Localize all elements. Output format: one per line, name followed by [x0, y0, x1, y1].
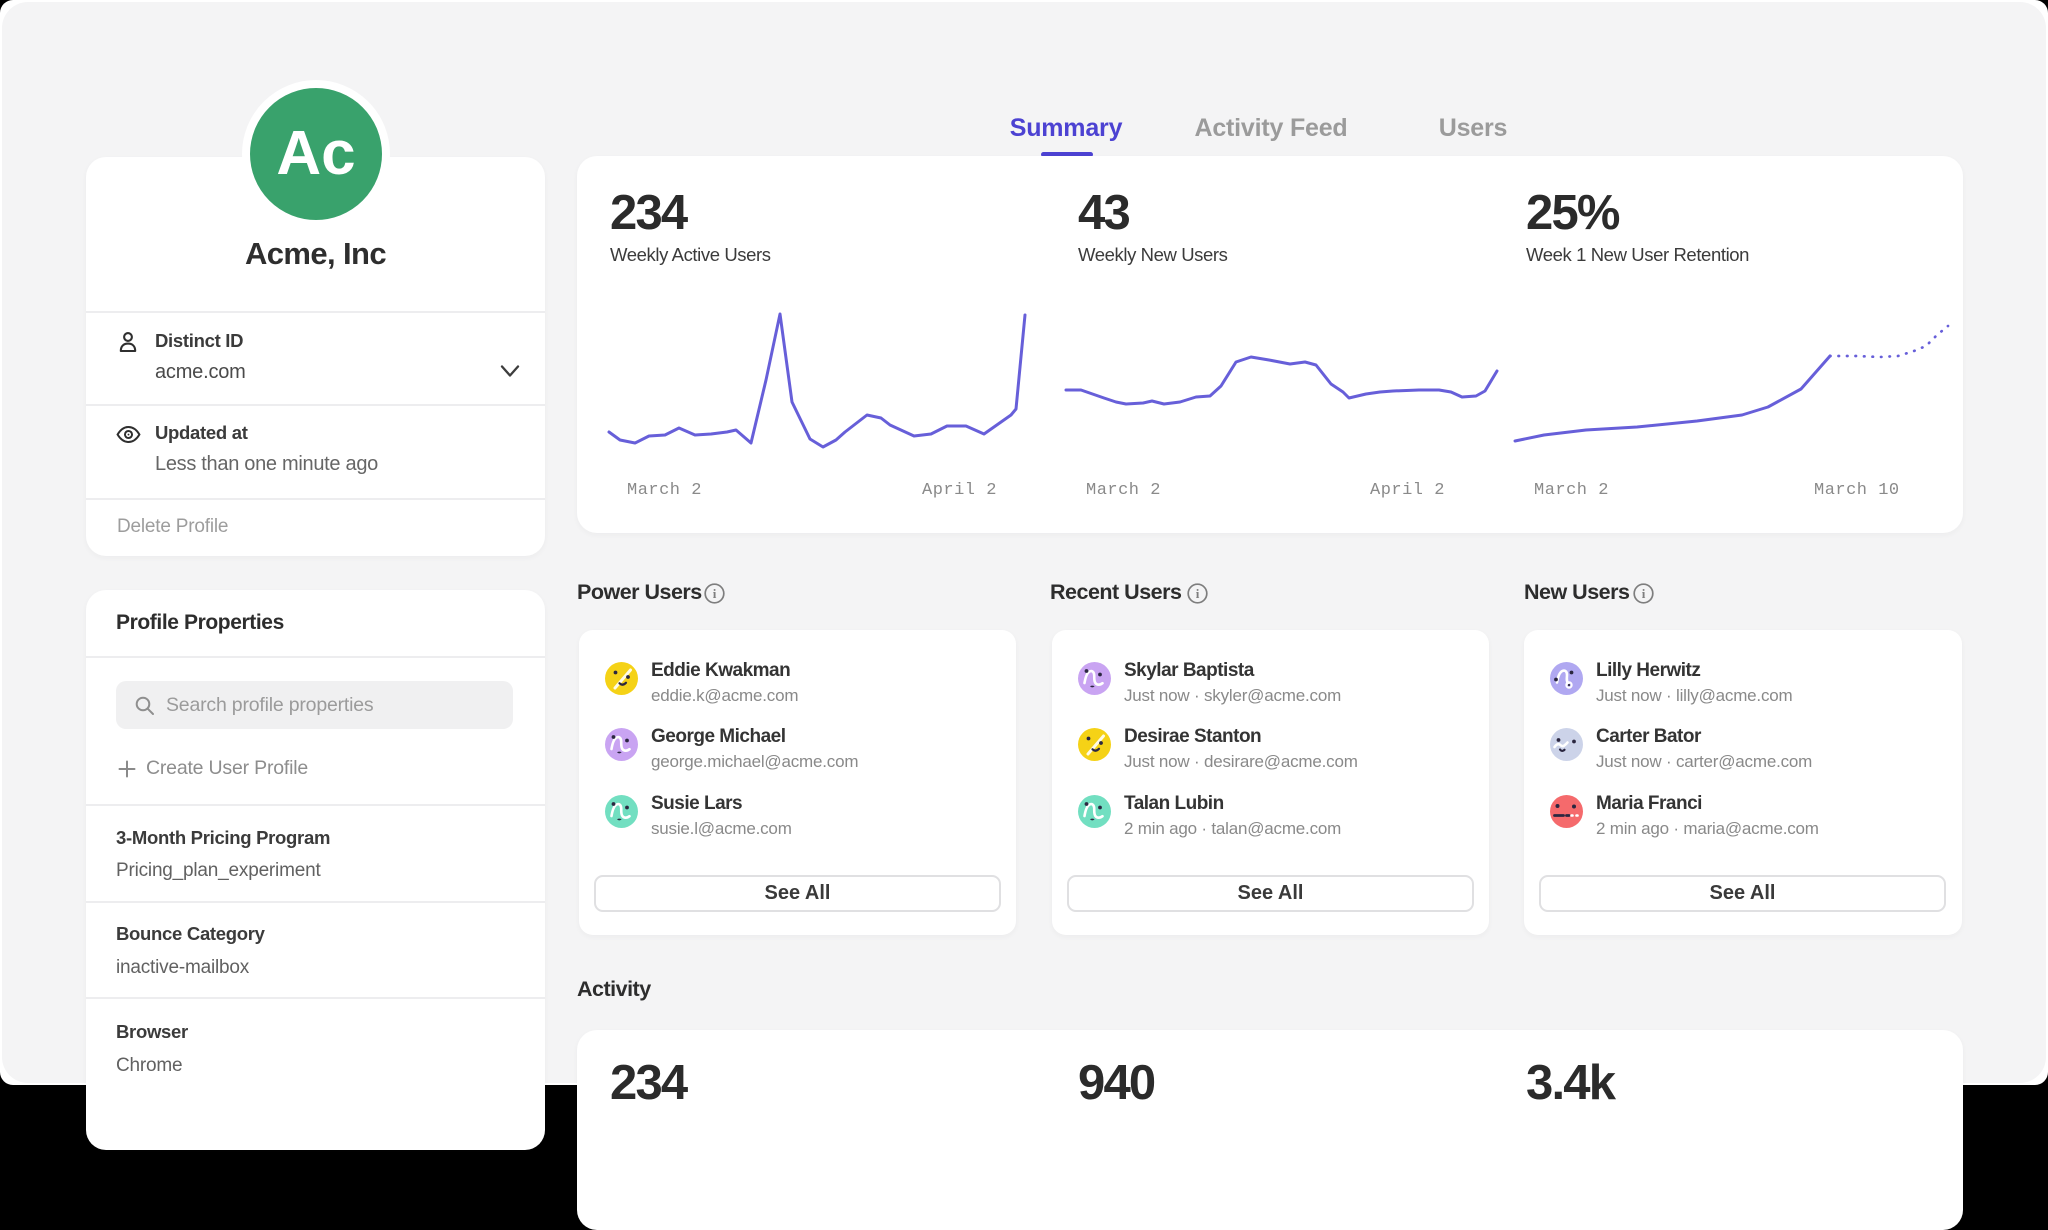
svg-text:i: i [713, 586, 717, 601]
svg-text:i: i [1642, 586, 1646, 601]
svg-text:i: i [1196, 586, 1200, 601]
